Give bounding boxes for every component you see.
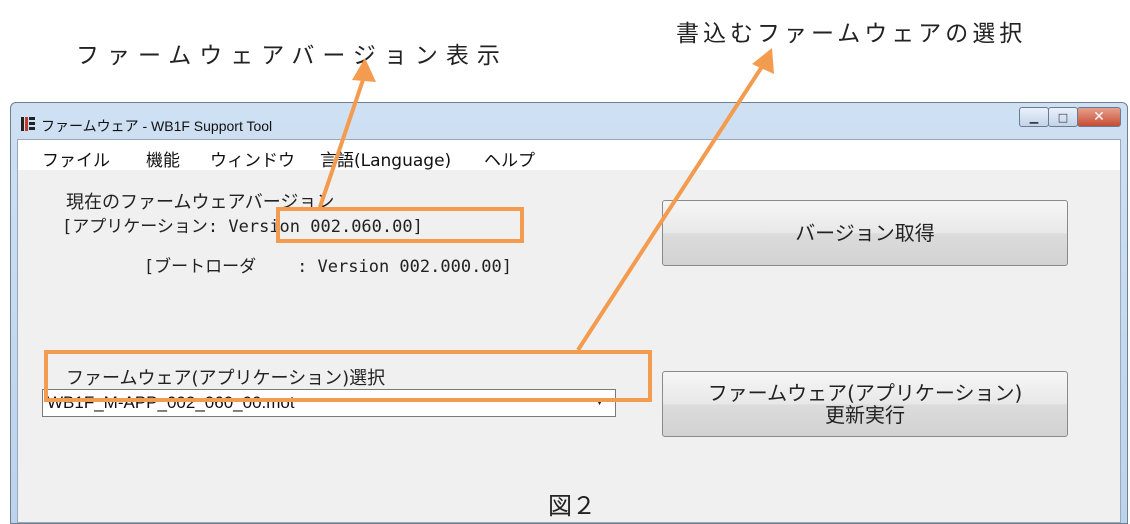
client-area: ファイル 機能 ウィンドウ 言語(Language) ヘルプ 現在のファームウェ… <box>17 139 1121 523</box>
title-bar[interactable]: ファームウェア - WB1F Support Tool ▁ □ ✕ <box>11 103 1127 139</box>
get-version-button[interactable]: バージョン取得 <box>662 200 1068 266</box>
version-highlight-box <box>276 207 524 243</box>
callout-version-display: ファームウェアバージョン表示 <box>76 43 508 69</box>
menu-window[interactable]: ウィンドウ <box>210 146 295 171</box>
menu-language[interactable]: 言語(Language) <box>320 146 451 171</box>
main-content: 現在のファームウェアバージョン [アプリケーション: Version 002.0… <box>18 170 1120 522</box>
arrowhead-select-icon <box>752 48 774 74</box>
select-highlight-box <box>44 350 652 402</box>
update-button-line1: ファームウェア(アプリケーション) <box>707 381 1023 405</box>
menu-help[interactable]: ヘルプ <box>484 146 535 171</box>
boot-version-value: Version 002.000.00] <box>317 257 513 277</box>
figure-label: 図２ <box>548 492 596 520</box>
close-button[interactable]: ✕ <box>1077 107 1121 127</box>
menu-file[interactable]: ファイル <box>42 146 110 171</box>
app-icon <box>21 117 35 131</box>
update-button-line2: 更新実行 <box>825 403 905 427</box>
update-firmware-button[interactable]: ファームウェア(アプリケーション) 更新実行 <box>662 371 1068 437</box>
menu-bar: ファイル 機能 ウィンドウ 言語(Language) ヘルプ <box>18 140 1120 171</box>
maximize-button[interactable]: □ <box>1048 107 1078 127</box>
boot-version-label: [ブートローダ : <box>143 257 318 277</box>
window-title: ファームウェア - WB1F Support Tool <box>41 118 273 134</box>
app-window: ファームウェア - WB1F Support Tool ▁ □ ✕ ファイル 機… <box>10 102 1128 524</box>
menu-function[interactable]: 機能 <box>146 146 180 171</box>
minimize-button[interactable]: ▁ <box>1019 107 1049 127</box>
callout-firmware-select: 書込むファームウェアの選択 <box>676 21 1027 47</box>
